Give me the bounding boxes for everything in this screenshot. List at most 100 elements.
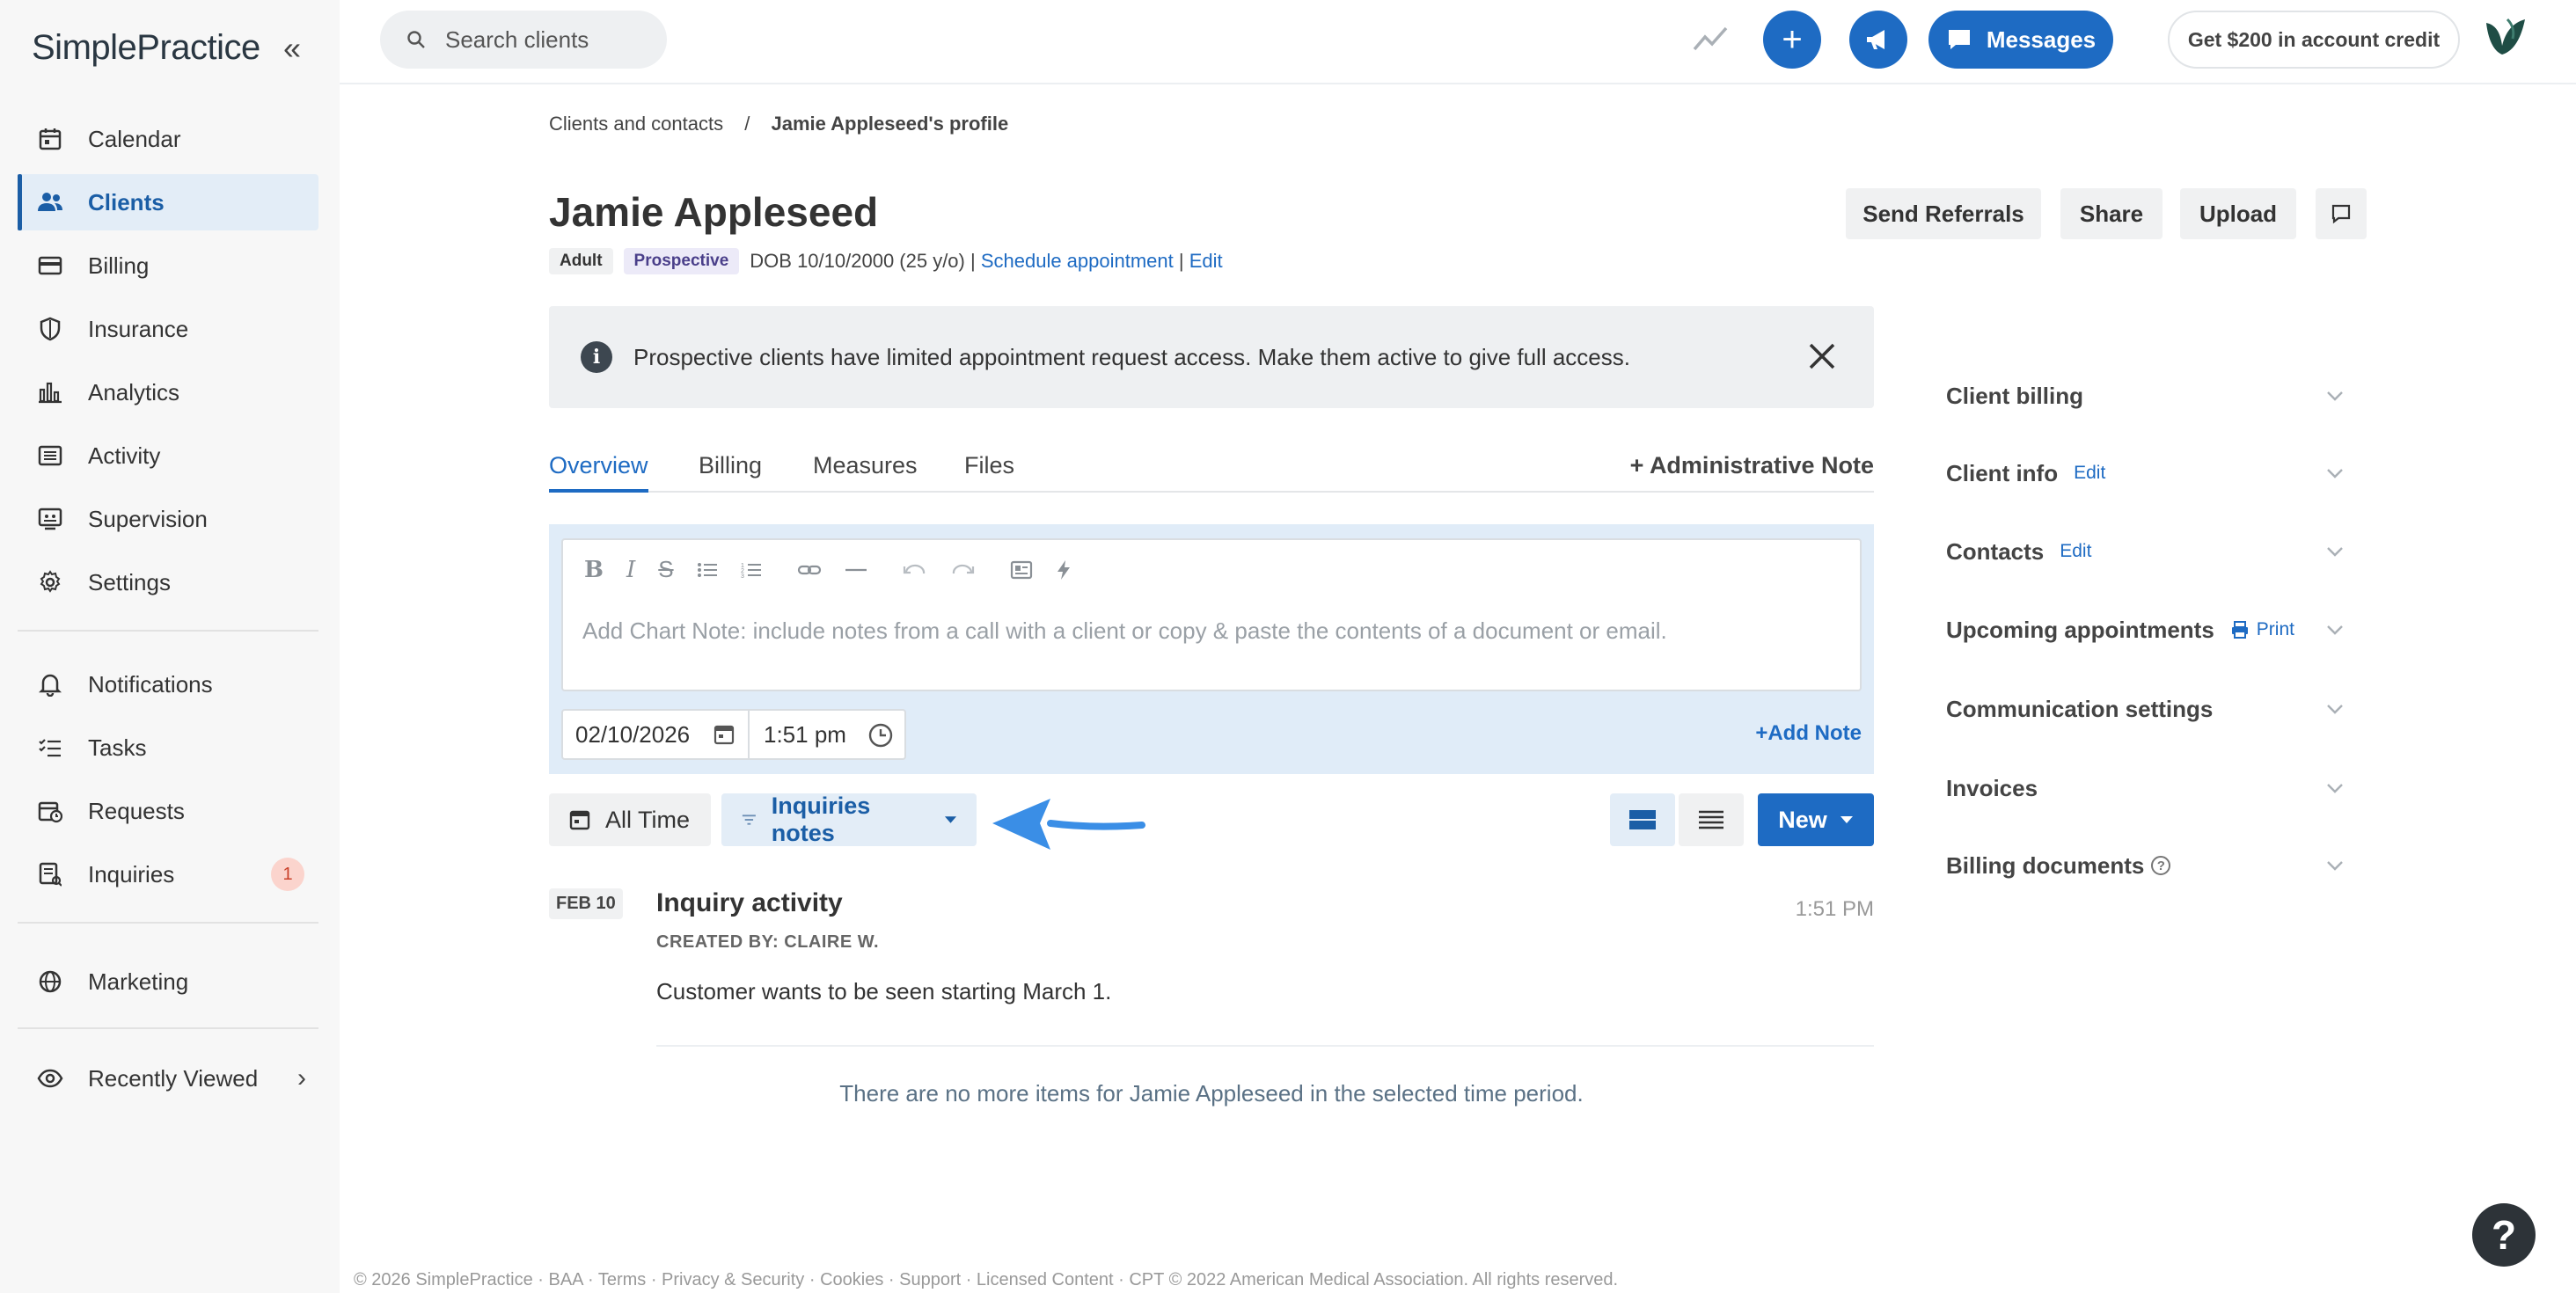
contacts-edit-link[interactable]: Edit [2060,541,2091,562]
sidebar-item-calendar[interactable]: Calendar [18,111,318,167]
list-view-toggle[interactable] [1679,793,1744,846]
lightning-icon[interactable] [1056,559,1072,581]
caret-down-icon [944,816,957,823]
sidebar-item-supervision[interactable]: Supervision [18,491,318,547]
sidebar-item-settings[interactable]: Settings [18,554,318,610]
feed-item-author: CREATED BY: CLAIRE W. [656,932,880,952]
search-input[interactable]: Search clients [380,11,667,69]
tab-overview[interactable]: Overview [549,452,648,493]
new-button[interactable]: New [1758,793,1874,846]
top-bar: Search clients + Messages Get $200 in ac… [340,0,2576,84]
sidebar-item-analytics[interactable]: Analytics [18,364,318,420]
trending-icon[interactable] [1691,19,1730,58]
feed-item-title[interactable]: Inquiry activity [656,888,843,918]
add-note-label: Add Note [1767,721,1862,745]
bold-icon[interactable]: B [584,557,604,583]
sidebar-item-label: Insurance [88,315,189,342]
page-title: Jamie Appleseed [549,189,879,235]
sidebar-divider [18,922,318,924]
edit-client-link[interactable]: Edit [1189,250,1223,273]
search-placeholder: Search clients [445,26,589,53]
inquiries-notes-filter-dropdown[interactable]: Inquiries notes [721,793,977,846]
upcoming-appointments-section[interactable]: Upcoming appointments Print [1946,603,2351,656]
sidebar-item-recently-viewed[interactable]: Recently Viewed › [18,1050,318,1107]
plus-icon: + [1629,452,1650,478]
collapse-sidebar-icon[interactable]: « [283,30,301,67]
strikethrough-icon[interactable]: S [658,556,673,583]
upload-button[interactable]: Upload [2180,188,2296,239]
tab-billing[interactable]: Billing [699,452,762,493]
sidebar-item-insurance[interactable]: Insurance [18,301,318,357]
help-circle-icon[interactable]: ? [2151,856,2171,875]
sidebar-item-requests[interactable]: Requests [18,783,318,839]
users-icon [35,187,65,217]
send-referrals-button[interactable]: Send Referrals [1846,188,2041,239]
clock-icon[interactable] [867,722,894,749]
sidebar-item-label: Analytics [88,378,180,405]
meta-separator: | [1178,250,1184,272]
sidebar-item-tasks[interactable]: Tasks [18,720,318,776]
sidebar-item-marketing[interactable]: Marketing [18,953,318,1010]
simplepractice-logo[interactable]: SimplePractice [32,28,260,68]
contacts-section[interactable]: Contacts Edit [1946,525,2351,578]
sidebar-divider [18,630,318,632]
note-time-field[interactable]: 1:51 pm [748,709,906,760]
breadcrumb-clients-link[interactable]: Clients and contacts [549,113,723,135]
italic-icon[interactable]: I [626,557,635,583]
sidebar-item-clients[interactable]: Clients [18,174,318,230]
client-info-edit-link[interactable]: Edit [2074,463,2105,484]
calendar-icon [35,124,65,154]
client-billing-section[interactable]: Client billing [1946,369,2351,422]
tab-measures[interactable]: Measures [813,452,918,493]
redo-icon[interactable] [950,561,975,579]
gear-icon [35,567,65,597]
adult-tag: Adult [549,248,613,274]
add-note-button[interactable]: +Add Note [1755,721,1862,746]
announcements-button[interactable] [1849,11,1907,69]
sidebar-item-inquiries[interactable]: Inquiries 1 [18,846,318,902]
print-label: Print [2256,619,2294,639]
plus-icon: + [1755,721,1768,745]
help-button[interactable]: ? [2472,1203,2536,1267]
bullet-list-icon[interactable] [697,561,718,579]
undo-icon[interactable] [903,561,927,579]
sidebar-item-billing[interactable]: Billing [18,237,318,294]
client-info-section[interactable]: Client info Edit [1946,447,2351,500]
chart-note-editor-panel: B I S 123 Add Chart Note: include notes … [549,524,1874,774]
communication-settings-section[interactable]: Communication settings [1946,683,2351,735]
close-icon[interactable] [1807,341,1837,371]
printer-icon [2231,621,2248,639]
schedule-appointment-link[interactable]: Schedule appointment [981,250,1174,273]
eye-icon [35,1063,65,1093]
sidebar-item-label: Clients [88,188,165,216]
tab-files[interactable]: Files [964,452,1014,493]
administrative-note-button[interactable]: + Administrative Note [1630,452,1874,479]
prospective-alert: i Prospective clients have limited appoi… [549,306,1874,408]
messages-button[interactable]: Messages [1928,11,2113,69]
chart-note-editor[interactable]: B I S 123 Add Chart Note: include notes … [561,538,1862,691]
invoices-section[interactable]: Invoices [1946,762,2351,815]
calendar-icon[interactable] [713,723,735,746]
messages-label: Messages [1986,26,2097,53]
all-time-filter-button[interactable]: All Time [549,793,711,846]
comment-button[interactable] [2316,188,2367,239]
billing-documents-section[interactable]: Billing documents ? [1946,839,2351,892]
account-credit-button[interactable]: Get $200 in account credit [2168,11,2460,69]
horizontal-rule-icon[interactable] [845,561,867,579]
inquiries-count-badge: 1 [271,858,304,891]
note-date-field[interactable]: 02/10/2026 [561,709,750,760]
link-icon[interactable] [797,561,822,579]
add-button[interactable]: + [1763,11,1821,69]
sidebar-item-label: Supervision [88,505,208,532]
user-avatar-logo-icon[interactable] [2481,12,2530,62]
share-button[interactable]: Share [2060,188,2163,239]
card-view-icon [1629,810,1656,829]
numbered-list-icon[interactable]: 123 [741,561,762,579]
sidebar-item-activity[interactable]: Activity [18,427,318,484]
profile-tabs: Overview Billing Measures Files + Admini… [549,445,1874,493]
sidebar-item-notifications[interactable]: Notifications [18,656,318,712]
client-meta: Adult Prospective DOB 10/10/2000 (25 y/o… [549,248,1223,274]
insert-template-icon[interactable] [1010,560,1033,580]
card-view-toggle[interactable] [1610,793,1675,846]
print-link[interactable]: Print [2230,619,2294,640]
